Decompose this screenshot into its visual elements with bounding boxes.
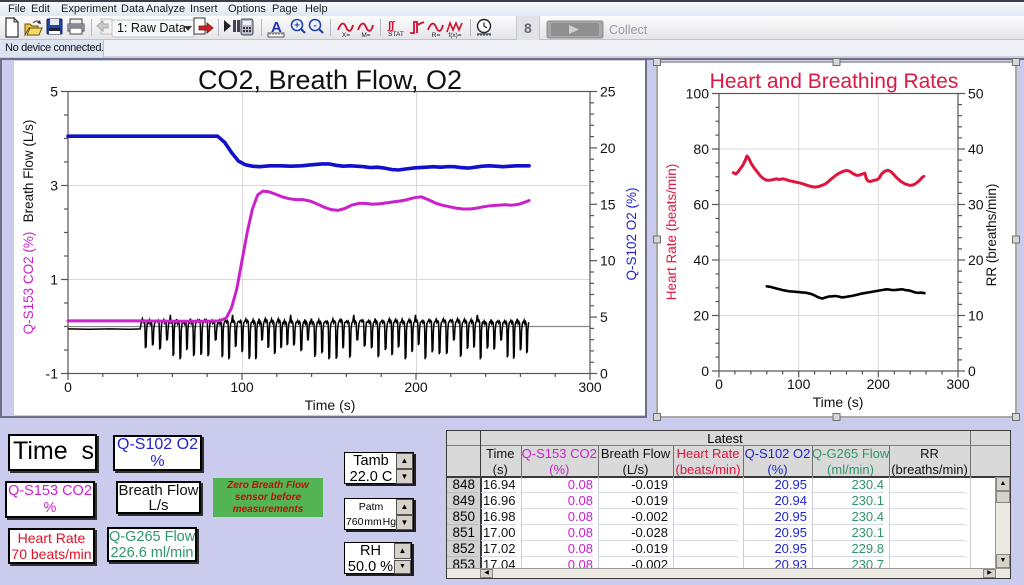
svg-text:5: 5 — [600, 309, 608, 325]
svg-text:25: 25 — [600, 84, 616, 100]
svg-text:10: 10 — [600, 253, 616, 269]
svg-text:+: + — [294, 21, 300, 32]
svg-text:X=: X= — [342, 32, 350, 39]
svg-text:0: 0 — [701, 363, 709, 379]
svg-text:200: 200 — [404, 379, 428, 395]
svg-text:CO2, Breath Flow, O2: CO2, Breath Flow, O2 — [198, 65, 462, 95]
svg-text:0: 0 — [64, 379, 72, 395]
svg-text:15: 15 — [600, 196, 616, 212]
svg-text:RR (breaths/min): RR (breaths/min) — [984, 184, 999, 287]
svg-text:STAT: STAT — [388, 31, 404, 38]
svg-text:1: Raw Data: 1: Raw Data — [117, 21, 186, 35]
svg-text:3: 3 — [50, 178, 58, 194]
svg-text:10: 10 — [968, 308, 984, 324]
svg-text:Breath Flow (L/s): Breath Flow (L/s) — [21, 120, 36, 223]
svg-text:40: 40 — [968, 141, 984, 157]
svg-text:Q-S153 CO2 (%): Q-S153 CO2 (%) — [21, 232, 36, 335]
svg-text:50: 50 — [968, 86, 984, 102]
svg-text:Time (s): Time (s) — [305, 397, 356, 413]
svg-text:Heart Rate (beats/min): Heart Rate (beats/min) — [664, 164, 679, 301]
svg-text:-1: -1 — [46, 366, 59, 382]
svg-text:M=: M= — [361, 32, 370, 39]
svg-text:Heart and Breathing Rates: Heart and Breathing Rates — [710, 70, 959, 93]
svg-text:0: 0 — [715, 376, 723, 392]
svg-text:1: 1 — [50, 272, 58, 288]
svg-text:Collect: Collect — [609, 23, 648, 37]
svg-text:Time (s): Time (s) — [813, 394, 864, 410]
svg-text:20: 20 — [600, 140, 616, 156]
svg-text:f(x)=: f(x)= — [448, 32, 461, 39]
svg-text:-: - — [313, 21, 316, 32]
svg-text:Q-S102 O2 (%): Q-S102 O2 (%) — [624, 187, 639, 280]
svg-text:8: 8 — [524, 20, 532, 36]
svg-text:100: 100 — [230, 379, 254, 395]
svg-text:20: 20 — [968, 252, 984, 268]
svg-text:100: 100 — [787, 376, 811, 392]
svg-text:5: 5 — [50, 84, 58, 100]
svg-text:60: 60 — [693, 197, 709, 213]
svg-text:40: 40 — [693, 252, 709, 268]
svg-text:300: 300 — [578, 379, 602, 395]
svg-text:20: 20 — [693, 308, 709, 324]
svg-text:300: 300 — [946, 376, 970, 392]
svg-text:100: 100 — [686, 86, 710, 102]
svg-text:80: 80 — [693, 141, 709, 157]
svg-text:R=: R= — [432, 32, 441, 39]
svg-text:30: 30 — [968, 197, 984, 213]
svg-text:200: 200 — [867, 376, 891, 392]
